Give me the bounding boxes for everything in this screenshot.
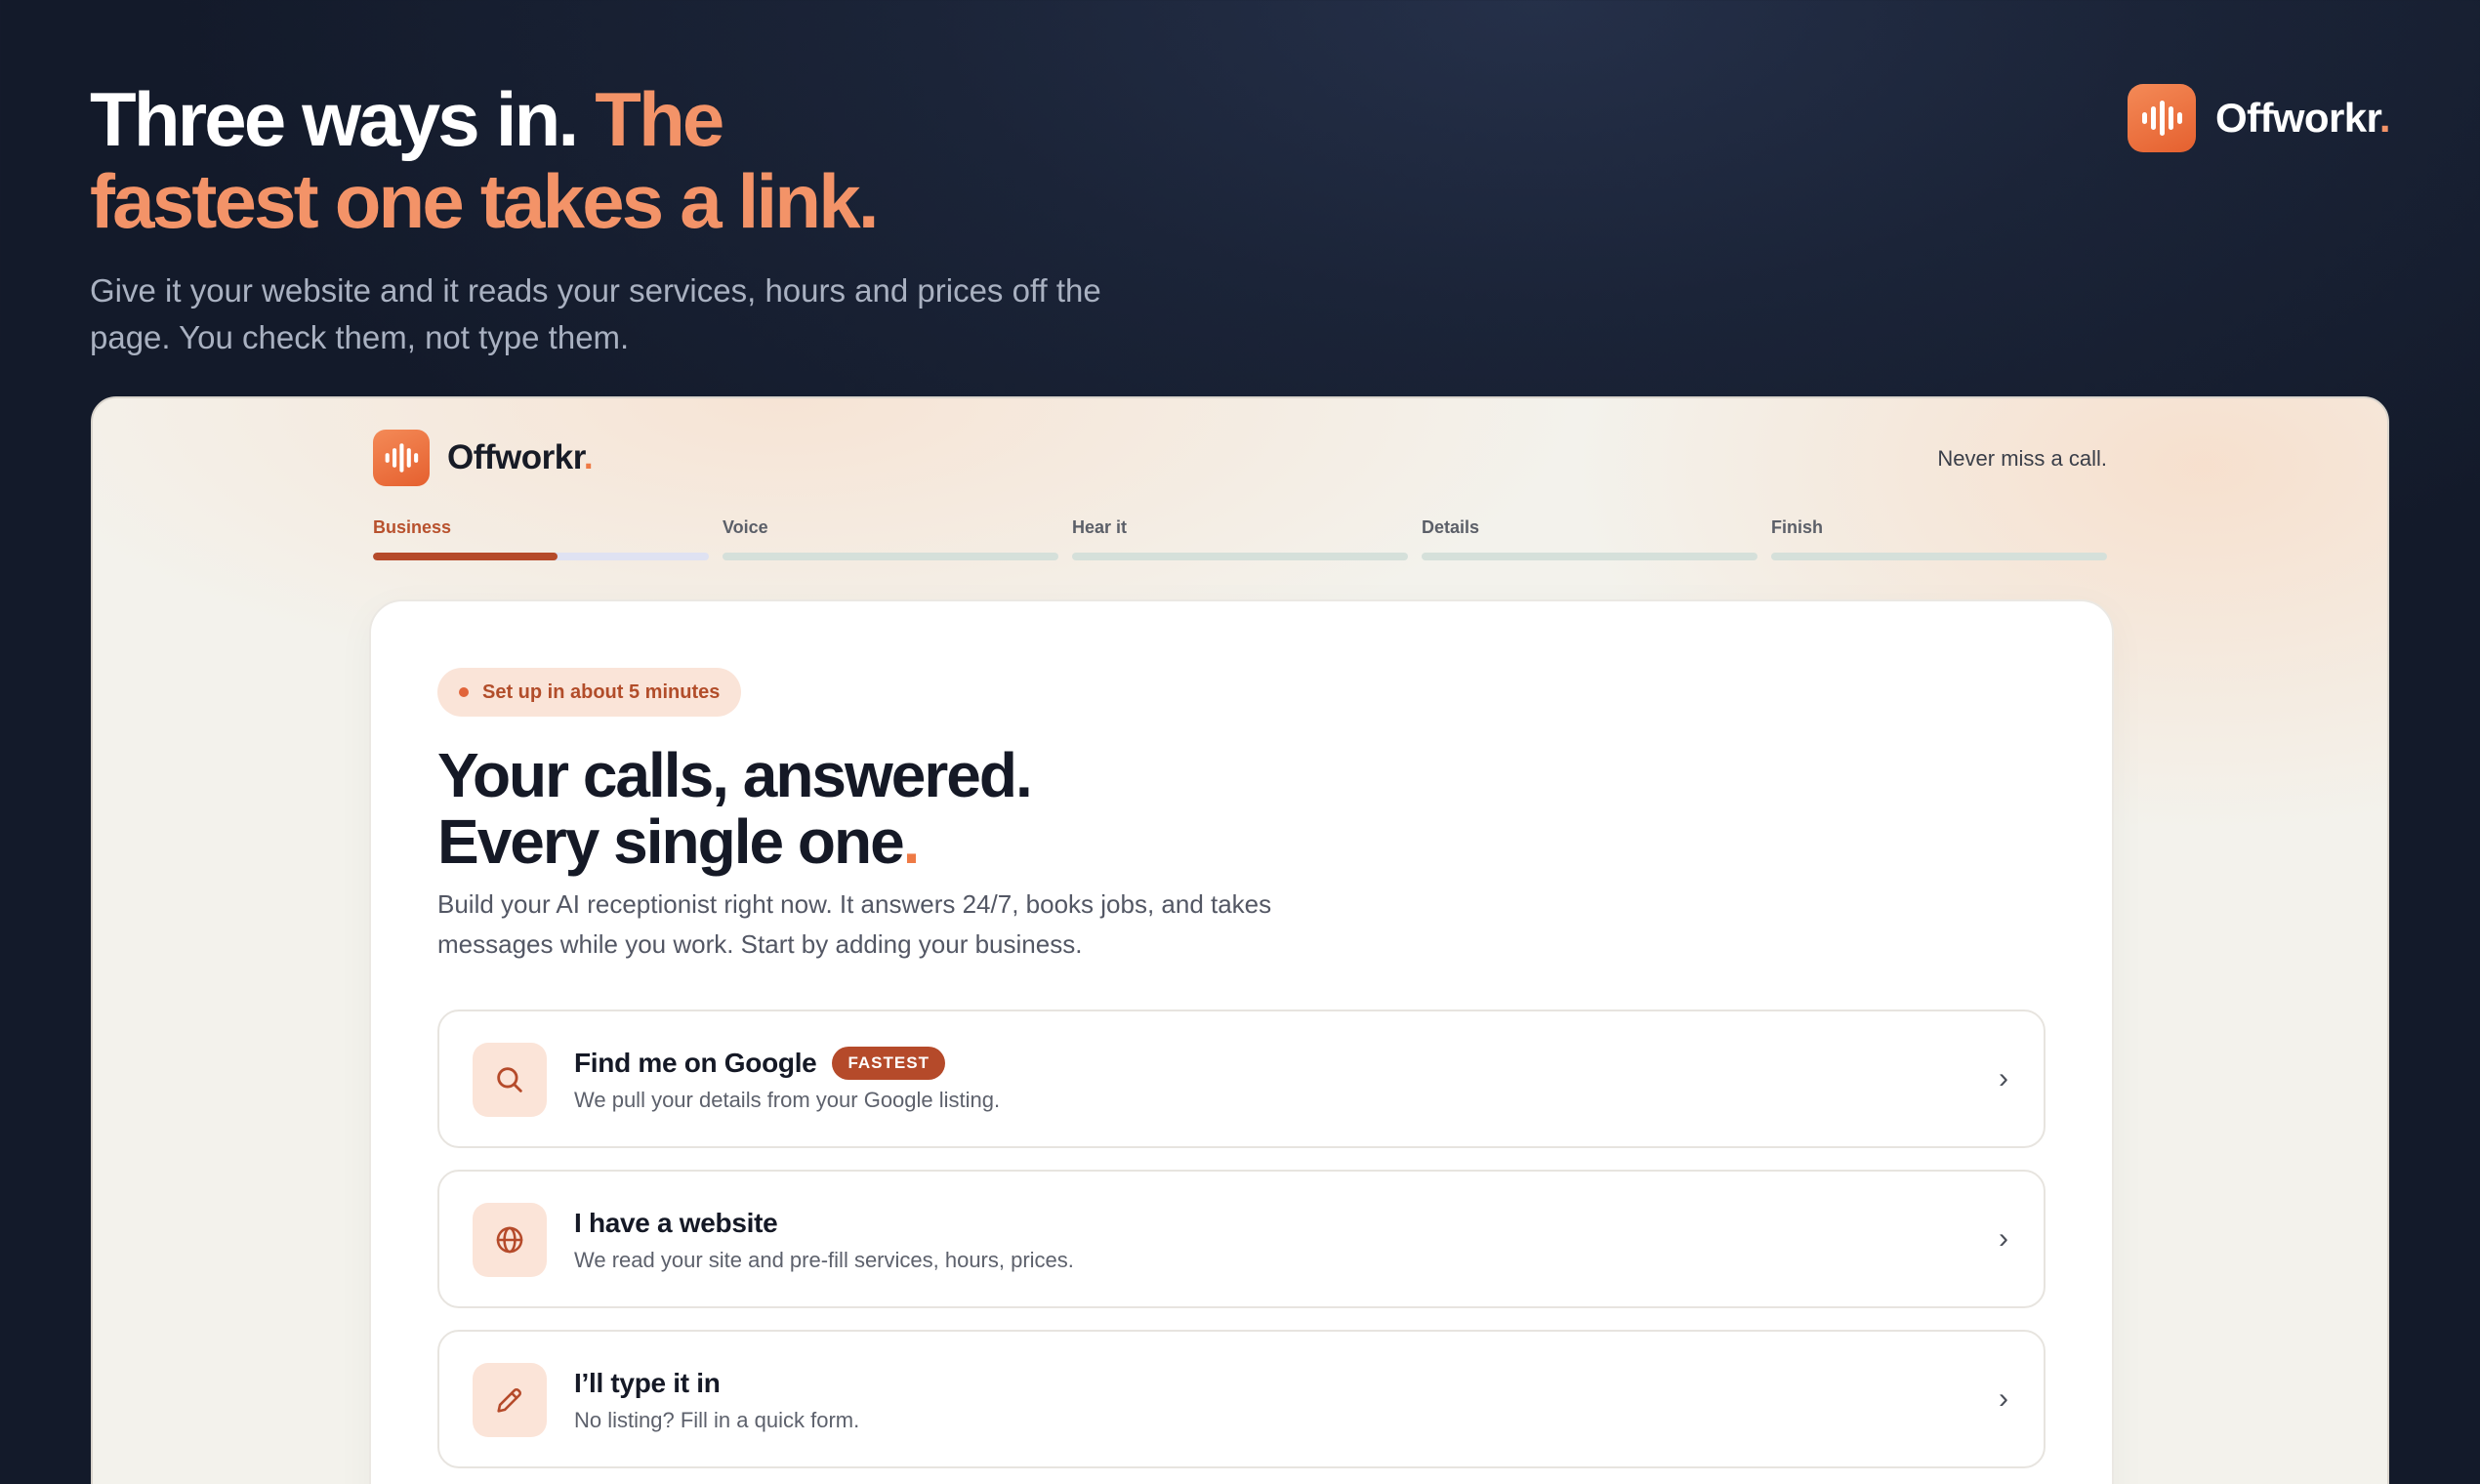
option-title: I have a website bbox=[574, 1208, 778, 1238]
search-icon bbox=[473, 1043, 547, 1117]
pencil-icon bbox=[473, 1363, 547, 1437]
option-title: Find me on Google bbox=[574, 1048, 817, 1078]
step-label: Finish bbox=[1771, 517, 1823, 537]
option-find-on-google[interactable]: Find me on Google FASTEST We pull your d… bbox=[437, 1010, 2046, 1148]
soundwave-icon bbox=[2128, 84, 2197, 152]
brand-name: Offworkr. bbox=[2215, 95, 2391, 141]
step-progress-track bbox=[723, 553, 1058, 560]
step-progress-track bbox=[1072, 553, 1408, 560]
setup-card: Set up in about 5 minutes Your calls, an… bbox=[369, 599, 2114, 1484]
chevron-right-icon: › bbox=[1999, 1062, 2008, 1094]
option-description: No listing? Fill in a quick form. bbox=[574, 1408, 860, 1432]
app-brand-name: Offworkr. bbox=[447, 438, 594, 476]
hero-title-white: Three ways in. bbox=[90, 76, 579, 162]
pill-text: Set up in about 5 minutes bbox=[482, 680, 721, 703]
app-header: Offworkr. Never miss a call. bbox=[373, 430, 2107, 486]
fastest-badge: FASTEST bbox=[832, 1047, 945, 1080]
option-text: I have a website We read your site and p… bbox=[574, 1205, 1074, 1273]
chevron-right-icon: › bbox=[1999, 1222, 2008, 1255]
app-tagline: Never miss a call. bbox=[1937, 446, 2107, 471]
option-description: We pull your details from your Google li… bbox=[574, 1088, 1001, 1112]
option-have-website[interactable]: I have a website We read your site and p… bbox=[437, 1170, 2046, 1308]
step-progress-track bbox=[373, 553, 709, 560]
step-hear-it[interactable]: Hear it bbox=[1072, 517, 1408, 560]
option-text: I’ll type it in No listing? Fill in a qu… bbox=[574, 1365, 859, 1433]
step-progress-track bbox=[1771, 553, 2107, 560]
step-label: Voice bbox=[723, 517, 768, 537]
dot-icon bbox=[459, 687, 469, 697]
step-progress-track bbox=[1422, 553, 1757, 560]
step-details[interactable]: Details bbox=[1422, 517, 1757, 560]
step-voice[interactable]: Voice bbox=[723, 517, 1058, 560]
option-description: We read your site and pre-fill services,… bbox=[574, 1248, 1074, 1272]
chevron-right-icon: › bbox=[1999, 1382, 2008, 1415]
hero-title-accent-1: The bbox=[595, 76, 724, 162]
card-subtitle: Build your AI receptionist right now. It… bbox=[437, 889, 1272, 959]
setup-time-pill: Set up in about 5 minutes bbox=[437, 668, 742, 717]
app-brand-logo[interactable]: Offworkr. bbox=[373, 430, 594, 486]
setup-options-list: Find me on Google FASTEST We pull your d… bbox=[437, 1010, 2046, 1484]
hero-title: Three ways in. The fastest one takes a l… bbox=[90, 78, 1359, 242]
step-progress-fill bbox=[373, 553, 558, 560]
hero-section: Three ways in. The fastest one takes a l… bbox=[90, 78, 1359, 361]
brand-logo-top: Offworkr. bbox=[2128, 84, 2391, 152]
step-finish[interactable]: Finish bbox=[1771, 517, 2107, 560]
step-label: Hear it bbox=[1072, 517, 1128, 537]
globe-icon bbox=[473, 1203, 547, 1277]
option-title: I’ll type it in bbox=[574, 1368, 721, 1398]
step-label: Details bbox=[1422, 517, 1480, 537]
card-title: Your calls, answered. Every single one. bbox=[437, 740, 1033, 877]
option-type-it-in[interactable]: I’ll type it in No listing? Fill in a qu… bbox=[437, 1330, 2046, 1468]
step-business[interactable]: Business bbox=[373, 517, 709, 560]
soundwave-icon bbox=[373, 430, 430, 486]
hero-title-accent-2: fastest one takes a link. bbox=[90, 158, 880, 244]
step-label: Business bbox=[373, 517, 452, 537]
option-text: Find me on Google FASTEST We pull your d… bbox=[574, 1045, 1000, 1113]
progress-stepper: Business Voice Hear it Details Finish bbox=[373, 517, 2107, 560]
hero-subtitle: Give it your website and it reads your s… bbox=[90, 272, 1101, 355]
app-preview-frame: Offworkr. Never miss a call. Business Vo… bbox=[91, 396, 2389, 1484]
